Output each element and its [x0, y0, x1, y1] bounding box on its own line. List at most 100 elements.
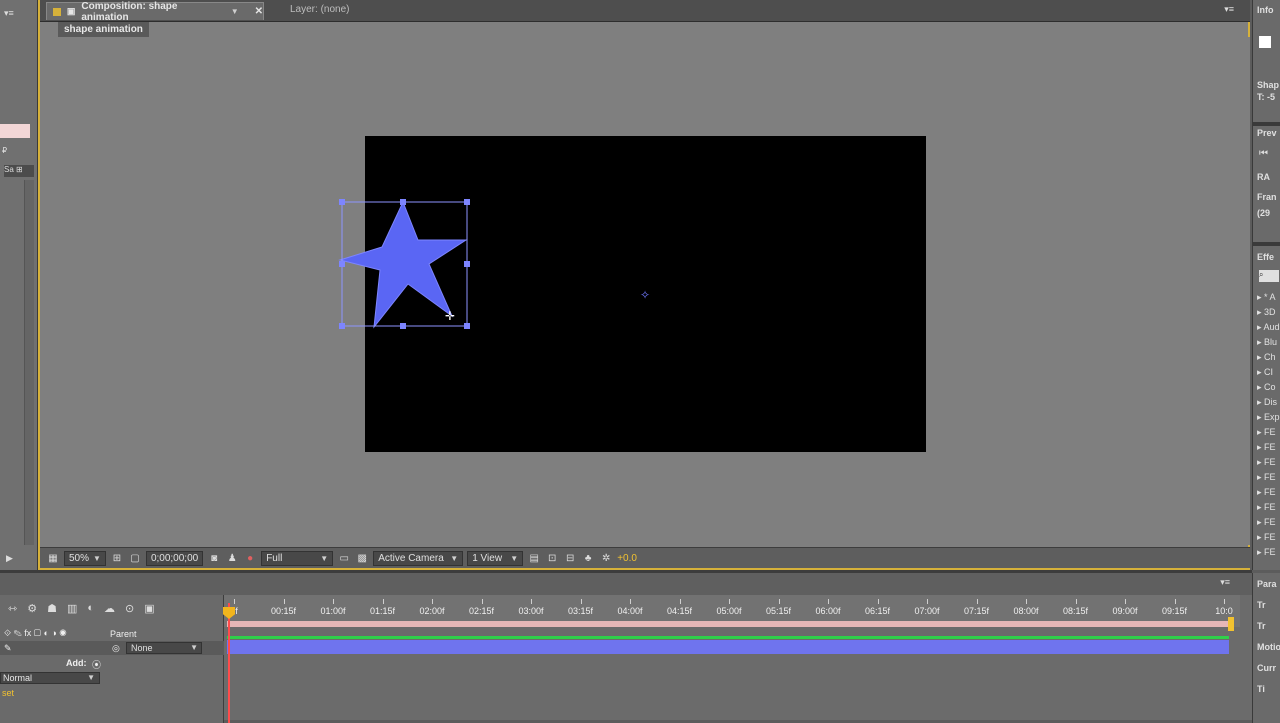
- play-arrow-icon[interactable]: ▶: [6, 553, 13, 564]
- tab-dropdown-icon[interactable]: ▼: [231, 7, 239, 16]
- shy-layers-icon[interactable]: ☗: [47, 602, 57, 615]
- current-time-indicator[interactable]: [228, 603, 230, 723]
- anchor-point-icon[interactable]: ✧: [640, 288, 650, 302]
- show-snapshot-icon[interactable]: ♟: [225, 551, 239, 565]
- close-icon[interactable]: ✕: [255, 6, 263, 17]
- effects-category-label: Ch: [1264, 352, 1276, 362]
- ruler-tick: [877, 599, 879, 604]
- expand-arrow-icon: ▸: [1257, 367, 1265, 377]
- channel-icon[interactable]: ●: [243, 551, 257, 565]
- effects-category[interactable]: ▸ FE: [1257, 472, 1276, 483]
- effects-category[interactable]: ▸ FE: [1257, 547, 1276, 558]
- panel-menu-icon[interactable]: ▾≡: [1220, 577, 1230, 588]
- composition-viewer[interactable]: ✧ ✛: [40, 37, 1250, 545]
- parent-dropdown[interactable]: None ▼: [126, 642, 202, 654]
- effects-category-label: CI: [1264, 367, 1274, 377]
- effects-category[interactable]: ▸ Dis: [1257, 397, 1277, 408]
- mask-visibility-icon[interactable]: ▢: [128, 551, 142, 565]
- ruler-tick: [333, 599, 334, 604]
- expand-arrow-icon: ▸: [1257, 307, 1265, 317]
- tab-layer[interactable]: Layer: (none): [290, 4, 349, 15]
- ruler-tick-label: 07:15f: [963, 606, 990, 616]
- frame-rate-label: Fran: [1257, 192, 1277, 202]
- always-preview-icon[interactable]: ▦: [46, 551, 60, 565]
- exposure-value[interactable]: +0.0: [617, 553, 637, 564]
- tab-composition[interactable]: ▣ Composition: shape animation ▼ ✕: [46, 1, 264, 23]
- work-area-bar[interactable]: [227, 621, 1233, 627]
- pick-whip-icon[interactable]: ◎: [112, 643, 120, 654]
- search-field-fragment[interactable]: [0, 124, 30, 138]
- blend-mode-dropdown[interactable]: Normal ▼: [0, 672, 100, 684]
- flowchart-icon[interactable]: ♣: [581, 551, 595, 565]
- pen-icon[interactable]: ✎: [4, 643, 12, 654]
- effects-category[interactable]: ▸ FE: [1257, 442, 1276, 453]
- draft-3d-icon[interactable]: ⚙: [27, 602, 37, 615]
- expand-arrow-icon: ▸: [1257, 397, 1265, 407]
- breadcrumb[interactable]: shape animation: [58, 22, 149, 37]
- panel-menu-icon[interactable]: ▾≡: [4, 8, 14, 19]
- frame-rate-value[interactable]: (29: [1257, 208, 1270, 218]
- effects-category[interactable]: ▸ 3D: [1257, 307, 1276, 318]
- effects-panel-tab[interactable]: Effe: [1257, 252, 1274, 262]
- snapshot-icon[interactable]: ◙: [207, 551, 221, 565]
- effects-category[interactable]: ▸ Aud: [1257, 322, 1280, 333]
- camera-dropdown[interactable]: Active Camera ▼: [373, 550, 464, 566]
- effects-category[interactable]: ▸ FE: [1257, 502, 1276, 513]
- effects-category[interactable]: ▸ Co: [1257, 382, 1276, 393]
- star-shape-layer[interactable]: ✛: [330, 192, 480, 342]
- effects-category-label: FE: [1264, 502, 1276, 512]
- ruler-tick-label: 03:15f: [567, 606, 594, 616]
- effects-category[interactable]: ▸ Ch: [1257, 352, 1276, 363]
- layer-row[interactable]: ✎ ◎ None ▼: [0, 641, 224, 655]
- exposure-icon[interactable]: ✲: [599, 551, 613, 565]
- grid-icon[interactable]: ⊞: [110, 551, 124, 565]
- ruler-tick-label: 04:00f: [617, 606, 643, 616]
- timecode-field[interactable]: 0;00;00;00: [145, 550, 204, 566]
- effects-category[interactable]: ▸ FE: [1257, 427, 1276, 438]
- transparency-grid-icon[interactable]: ▩: [355, 551, 369, 565]
- info-panel-tab[interactable]: Info: [1257, 5, 1274, 15]
- frame-blending-icon[interactable]: ▥: [67, 602, 77, 615]
- resolution-dropdown[interactable]: Full ▼: [261, 550, 334, 566]
- fast-previews-icon[interactable]: ⊡: [545, 551, 559, 565]
- offset-label[interactable]: set: [2, 688, 14, 698]
- ram-preview-label[interactable]: RA: [1257, 172, 1270, 182]
- timeline-icon[interactable]: ⊟: [563, 551, 577, 565]
- effects-category[interactable]: ▸ FE: [1257, 532, 1276, 543]
- effects-category[interactable]: ▸ FE: [1257, 487, 1276, 498]
- effects-category-label: FE: [1264, 472, 1276, 482]
- render-icon[interactable]: ▣: [144, 602, 154, 615]
- ruler-tick: [927, 599, 928, 604]
- effects-category[interactable]: ▸ Exp: [1257, 412, 1280, 423]
- region-of-interest-icon[interactable]: ▭: [337, 551, 351, 565]
- blend-mode-value: Normal: [3, 673, 33, 683]
- handle-top-center: [400, 199, 406, 205]
- zoom-dropdown[interactable]: 50% ▼: [64, 550, 106, 566]
- effects-category[interactable]: ▸ FE: [1257, 457, 1276, 468]
- graph-editor-icon[interactable]: ⊙: [125, 602, 134, 615]
- parent-column-header: Parent: [110, 629, 137, 639]
- handle-top-left: [339, 199, 345, 205]
- work-area-end-handle[interactable]: [1228, 617, 1234, 631]
- scrollbar[interactable]: [24, 180, 34, 545]
- expand-arrow-icon: ▸: [1257, 457, 1265, 467]
- search-icon[interactable]: ⌕: [1259, 270, 1279, 282]
- ruler-tick: [1075, 599, 1077, 604]
- effects-category[interactable]: ▸ FE: [1257, 517, 1276, 528]
- layer-duration-bar[interactable]: [227, 640, 1229, 654]
- timeline-side-label: Tr: [1257, 621, 1266, 631]
- effects-category[interactable]: ▸ Blu: [1257, 337, 1277, 348]
- add-property-icon[interactable]: ⦿: [92, 658, 101, 671]
- brainstorm-icon[interactable]: ☁: [104, 602, 115, 615]
- panel-menu-icon[interactable]: ▾≡: [1224, 4, 1234, 15]
- comp-mini-flowchart-icon[interactable]: ⇿: [8, 602, 17, 615]
- toggle-pixel-aspect-icon[interactable]: ▤: [527, 551, 541, 565]
- first-frame-icon[interactable]: ⏮: [1259, 148, 1268, 159]
- preview-panel-tab[interactable]: Prev: [1257, 128, 1277, 138]
- handle-bottom-left: [339, 323, 345, 329]
- effects-category[interactable]: ▸ CI: [1257, 367, 1273, 378]
- effects-category[interactable]: ▸ * A: [1257, 292, 1276, 303]
- motion-blur-icon[interactable]: ◐: [87, 602, 94, 615]
- ruler-tick-label: 06:00f: [815, 606, 841, 616]
- view-layout-dropdown[interactable]: 1 View ▼: [467, 550, 524, 566]
